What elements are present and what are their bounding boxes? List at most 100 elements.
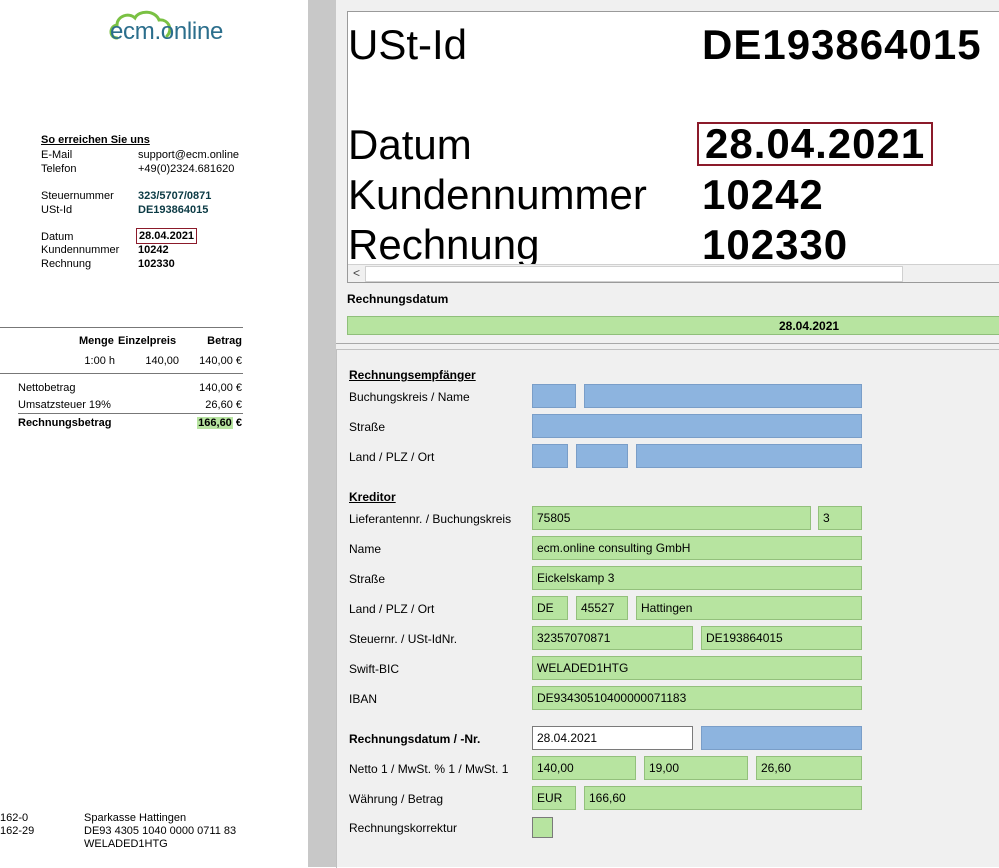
- email-label: E-Mail: [41, 149, 73, 161]
- invoice-number-label: Rechnung: [41, 258, 92, 270]
- customer-number-value: 10242: [138, 244, 169, 256]
- creditor-bic-label: Swift-BIC: [349, 662, 400, 676]
- footer-left-2: 162-29: [0, 825, 35, 837]
- supplier-number-field[interactable]: 75805: [532, 506, 811, 530]
- vat-id-value: DE193864015: [138, 204, 209, 216]
- creditor-vat-id-field[interactable]: DE193864015: [701, 626, 862, 650]
- recipient-country-label: Land / PLZ / Ort: [349, 450, 435, 464]
- creditor-tax-number-field[interactable]: 32357070871: [532, 626, 693, 650]
- creditor-city-field[interactable]: Hattingen: [636, 596, 862, 620]
- footer-iban: DE93 4305 1040 0000 0711 83: [84, 825, 237, 837]
- creditor-bic-field[interactable]: WELADED1HTG: [532, 656, 862, 680]
- currency-label: Währung / Betrag: [349, 792, 444, 806]
- recipient-street-field[interactable]: [532, 414, 862, 438]
- creditor-heading: Kreditor: [349, 490, 396, 504]
- col-header-amount: Betrag: [207, 335, 242, 347]
- creditor-street-field[interactable]: Eickelskamp 3: [532, 566, 862, 590]
- line-qty: 1:00 h: [84, 355, 115, 367]
- recipient-company-code-field[interactable]: [532, 384, 576, 408]
- creditor-iban-label: IBAN: [349, 692, 378, 706]
- footer-bank-name: Sparkasse Hattingen: [84, 812, 187, 824]
- field-label-invoice-date: Rechnungsdatum: [347, 292, 449, 306]
- gross-amount-field[interactable]: 166,60: [584, 786, 862, 810]
- total-label: Rechnungsbetrag: [18, 417, 112, 429]
- panel-splitter[interactable]: [308, 0, 337, 867]
- email-value: support@ecm.online: [138, 149, 240, 161]
- field-value-bar[interactable]: 28.04.2021: [347, 316, 999, 335]
- invoice-number-value: 102330: [138, 258, 175, 270]
- field-value-text: 28.04.2021: [779, 319, 840, 333]
- creditor-iban-field[interactable]: DE93430510400000071183: [532, 686, 862, 710]
- phone-value: +49(0)2324.681620: [138, 163, 235, 175]
- creditor-street-label: Straße: [349, 572, 386, 586]
- col-header-unit-price: Einzelpreis: [118, 335, 177, 347]
- tax-number-value: 323/5707/0871: [138, 190, 212, 202]
- netto-field[interactable]: 140,00: [532, 756, 636, 780]
- section-divider: [336, 343, 999, 344]
- ecm-online-logo: ecm.online: [109, 10, 240, 54]
- totals-divider: [18, 413, 243, 414]
- col-header-qty: Menge: [79, 335, 114, 347]
- zoom-label-invoice: Rechnung: [348, 221, 540, 268]
- zoom-value-customer-number: 10242: [702, 171, 824, 218]
- invoice-date-field[interactable]: 28.04.2021: [532, 726, 693, 750]
- vat-id-label: USt-Id: [41, 204, 73, 216]
- currency-field[interactable]: EUR: [532, 786, 576, 810]
- vat-label: Umsatzsteuer 19%: [18, 399, 111, 411]
- vat-amount-field[interactable]: 26,60: [756, 756, 862, 780]
- total-currency: €: [232, 417, 242, 429]
- zoom-value-vat-id: DE193864015: [702, 21, 982, 68]
- vat-value: 26,60 €: [205, 399, 242, 411]
- scroll-left-icon[interactable]: <: [348, 265, 365, 282]
- zoom-label-customer-number: Kundennummer: [348, 171, 647, 218]
- date-label: Datum: [41, 231, 74, 243]
- invoice-number-field[interactable]: [701, 726, 862, 750]
- creditor-country-label: Land / PLZ / Ort: [349, 602, 435, 616]
- creditor-name-label: Name: [349, 542, 382, 556]
- creditor-country-field[interactable]: DE: [532, 596, 568, 620]
- zoom-label-vat-id: USt-Id: [348, 21, 468, 68]
- recipient-country-field[interactable]: [532, 444, 568, 468]
- company-code-field[interactable]: 3: [818, 506, 862, 530]
- total-amount-highlighted: 166,60: [197, 417, 233, 429]
- recipient-heading: Rechnungsempfänger: [349, 368, 476, 382]
- recipient-name-field[interactable]: [584, 384, 862, 408]
- phone-label: Telefon: [41, 163, 77, 175]
- customer-number-label: Kundennummer: [41, 244, 120, 256]
- zoom-value-date-highlighted: 28.04.2021: [697, 122, 934, 166]
- recipient-street-label: Straße: [349, 420, 386, 434]
- zoom-label-date: Datum: [348, 121, 472, 168]
- recipient-city-field[interactable]: [636, 444, 862, 468]
- net-value: 140,00 €: [199, 382, 242, 394]
- form-fields-panel: Rechnungsempfänger Buchungskreis / Name …: [336, 349, 999, 868]
- netto-label: Netto 1 / MwSt. % 1 / MwSt. 1: [349, 762, 509, 776]
- supplier-label: Lieferantennr. / Buchungskreis: [349, 512, 512, 526]
- line-amount: 140,00 €: [199, 355, 242, 367]
- correction-checkbox[interactable]: [532, 817, 553, 838]
- zoom-horizontal-scrollbar[interactable]: <: [348, 264, 999, 282]
- invoice-document-preview: ecm.online So erreichen Sie uns E-Mail s…: [0, 0, 308, 867]
- table-mid-divider: [0, 373, 243, 374]
- capture-form-panel: USt-Id DE193864015 Datum 28.04.2021 Kund…: [336, 0, 999, 868]
- scrollbar-thumb[interactable]: [365, 266, 903, 282]
- creditor-tax-label: Steuernr. / USt-IdNr.: [349, 632, 458, 646]
- footer-left-1: 162-0: [0, 812, 29, 824]
- contact-heading: So erreichen Sie uns: [41, 134, 150, 146]
- invoice-date-label: Rechnungsdatum / -Nr.: [349, 732, 481, 746]
- footer-bic: WELADED1HTG: [84, 838, 168, 850]
- zoom-value-invoice: 102330: [702, 221, 849, 268]
- table-top-divider: [0, 327, 243, 328]
- zoom-preview: USt-Id DE193864015 Datum 28.04.2021 Kund…: [347, 11, 999, 283]
- creditor-zip-field[interactable]: 45527: [576, 596, 628, 620]
- date-value-highlighted: 28.04.2021: [136, 228, 198, 244]
- correction-label: Rechnungskorrektur: [349, 821, 458, 835]
- net-label: Nettobetrag: [18, 382, 76, 394]
- total-value: 166,60 €: [170, 416, 242, 430]
- recipient-zip-field[interactable]: [576, 444, 628, 468]
- recipient-name-label: Buchungskreis / Name: [349, 390, 470, 404]
- vat-percent-field[interactable]: 19,00: [644, 756, 748, 780]
- logo-text: ecm.online: [110, 18, 224, 45]
- tax-number-label: Steuernummer: [41, 190, 114, 202]
- line-unit-price: 140,00: [145, 355, 179, 367]
- creditor-name-field[interactable]: ecm.online consulting GmbH: [532, 536, 862, 560]
